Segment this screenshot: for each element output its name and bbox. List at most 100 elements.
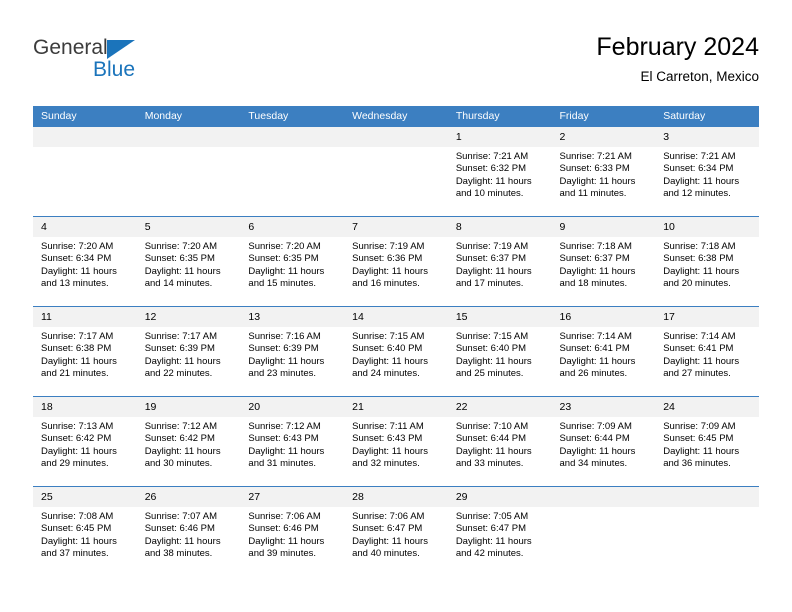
calendar-cell-day-18[interactable]: 18 Sunrise: 7:13 AM Sunset: 6:42 PM Dayligh… bbox=[33, 396, 137, 487]
calendar-cell-day-8[interactable]: 8 Sunrise: 7:19 AM Sunset: 6:37 PM Daylight… bbox=[447, 216, 552, 307]
day-number: 19 bbox=[136, 397, 241, 417]
daylight-text: Daylight: 11 hours and 37 minutes. bbox=[41, 535, 117, 560]
calendar-week-row: 25 Sunrise: 7:08 AM Sunset: 6:45 PM Dayligh… bbox=[33, 486, 759, 576]
calendar-cell-day-27[interactable]: 27 Sunrise: 7:06 AM Sunset: 6:46 PM Dayligh… bbox=[240, 486, 345, 576]
sunrise-text: Sunrise: 7:17 AM bbox=[41, 331, 114, 342]
calendar-cell-day-20[interactable]: 20 Sunrise: 7:12 AM Sunset: 6:43 PM Dayligh… bbox=[240, 396, 345, 487]
day-details: Sunrise: 7:10 AM Sunset: 6:44 PM Daylight:… bbox=[448, 417, 552, 471]
sunrise-text: Sunrise: 7:21 AM bbox=[663, 151, 736, 162]
calendar-cell-day-13[interactable]: 13 Sunrise: 7:16 AM Sunset: 6:39 PM Dayligh… bbox=[240, 306, 345, 397]
calendar-cell-day-14[interactable]: 14 Sunrise: 7:15 AM Sunset: 6:40 PM Dayligh… bbox=[344, 306, 448, 397]
daylight-text: Daylight: 11 hours and 38 minutes. bbox=[144, 535, 221, 560]
day-details: Sunrise: 7:20 AM Sunset: 6:35 PM Daylight:… bbox=[137, 237, 241, 291]
calendar-cell-inner: 12 Sunrise: 7:17 AM Sunset: 6:39 PM Dayligh… bbox=[136, 307, 241, 396]
sunrise-text: Sunrise: 7:14 AM bbox=[663, 331, 736, 342]
daylight-text: Daylight: 11 hours and 26 minutes. bbox=[559, 355, 636, 380]
calendar-page: General Blue February 2024 El Carreton, … bbox=[0, 0, 792, 612]
calendar-cell-inner: 3 Sunrise: 7:21 AM Sunset: 6:34 PM Daylight… bbox=[655, 127, 759, 216]
calendar-cell-inner: 14 Sunrise: 7:15 AM Sunset: 6:40 PM Dayligh… bbox=[344, 307, 448, 396]
daylight-text: Daylight: 11 hours and 23 minutes. bbox=[248, 355, 325, 380]
daylight-text: Daylight: 11 hours and 22 minutes. bbox=[144, 355, 221, 380]
day-details: Sunrise: 7:06 AM Sunset: 6:46 PM Daylight:… bbox=[240, 507, 344, 561]
calendar-table: Sunday Monday Tuesday Wednesday Thursday… bbox=[33, 106, 759, 576]
day-details: Sunrise: 7:19 AM Sunset: 6:36 PM Daylight:… bbox=[344, 237, 448, 291]
sunset-text: Sunset: 6:46 PM bbox=[248, 523, 319, 535]
calendar-cell-day-21[interactable]: 21 Sunrise: 7:11 AM Sunset: 6:43 PM Dayligh… bbox=[344, 396, 448, 487]
daylight-text: Daylight: 11 hours and 42 minutes. bbox=[455, 535, 532, 560]
calendar-cell-day-1[interactable]: 1 Sunrise: 7:21 AM Sunset: 6:32 PM Daylight… bbox=[447, 127, 552, 217]
calendar-cell-day-9[interactable]: 9 Sunrise: 7:18 AM Sunset: 6:37 PM Daylight… bbox=[551, 216, 656, 307]
calendar-cell-day-15[interactable]: 15 Sunrise: 7:15 AM Sunset: 6:40 PM Dayligh… bbox=[447, 306, 552, 397]
calendar-cell-day-29[interactable]: 29 Sunrise: 7:05 AM Sunset: 6:47 PM Dayligh… bbox=[447, 486, 552, 576]
calendar-cell-empty bbox=[551, 486, 656, 576]
day-number: 26 bbox=[136, 487, 241, 507]
calendar-cell-day-6[interactable]: 6 Sunrise: 7:20 AM Sunset: 6:35 PM Daylight… bbox=[240, 216, 345, 307]
day-number: 3 bbox=[655, 127, 759, 147]
sunset-text: Sunset: 6:40 PM bbox=[455, 343, 527, 355]
calendar-cell-day-12[interactable]: 12 Sunrise: 7:17 AM Sunset: 6:39 PM Dayligh… bbox=[136, 306, 241, 397]
day-number: 18 bbox=[33, 397, 137, 417]
weekday-header-monday: Monday bbox=[136, 106, 241, 127]
calendar-header-row: Sunday Monday Tuesday Wednesday Thursday… bbox=[33, 106, 759, 127]
calendar-cell-inner: 27 Sunrise: 7:06 AM Sunset: 6:46 PM Dayligh… bbox=[240, 487, 345, 576]
sunset-text: Sunset: 6:39 PM bbox=[144, 343, 215, 355]
calendar-cell-day-24[interactable]: 24 Sunrise: 7:09 AM Sunset: 6:45 PM Dayligh… bbox=[655, 396, 759, 487]
calendar-cell-day-28[interactable]: 28 Sunrise: 7:06 AM Sunset: 6:47 PM Dayligh… bbox=[344, 486, 448, 576]
sunset-text: Sunset: 6:44 PM bbox=[455, 433, 527, 445]
day-number: 2 bbox=[551, 127, 656, 147]
calendar-cell-inner: 1 Sunrise: 7:21 AM Sunset: 6:32 PM Daylight… bbox=[447, 127, 552, 216]
calendar-cell-day-2[interactable]: 2 Sunrise: 7:21 AM Sunset: 6:33 PM Daylight… bbox=[551, 127, 656, 217]
calendar-cell-day-25[interactable]: 25 Sunrise: 7:08 AM Sunset: 6:45 PM Dayligh… bbox=[33, 486, 137, 576]
calendar-cell-empty bbox=[344, 127, 448, 217]
daylight-text: Daylight: 11 hours and 25 minutes. bbox=[455, 355, 532, 380]
calendar-cell-inner: 13 Sunrise: 7:16 AM Sunset: 6:39 PM Dayligh… bbox=[240, 307, 345, 396]
daylight-text: Daylight: 11 hours and 20 minutes. bbox=[663, 265, 740, 290]
sunset-text: Sunset: 6:36 PM bbox=[352, 253, 423, 265]
weekday-header-wednesday: Wednesday bbox=[344, 106, 448, 127]
calendar-cell-inner: 6 Sunrise: 7:20 AM Sunset: 6:35 PM Daylight… bbox=[240, 217, 345, 306]
calendar-cell-inner: 19 Sunrise: 7:12 AM Sunset: 6:42 PM Dayligh… bbox=[136, 397, 241, 486]
weekday-header-row: Sunday Monday Tuesday Wednesday Thursday… bbox=[33, 106, 759, 127]
day-number: 28 bbox=[344, 487, 448, 507]
day-details: Sunrise: 7:18 AM Sunset: 6:37 PM Daylight:… bbox=[552, 237, 656, 291]
calendar-body: 1 Sunrise: 7:21 AM Sunset: 6:32 PM Daylight… bbox=[33, 127, 759, 576]
daylight-text: Daylight: 11 hours and 36 minutes. bbox=[663, 445, 740, 470]
calendar-cell-day-19[interactable]: 19 Sunrise: 7:12 AM Sunset: 6:42 PM Dayligh… bbox=[136, 396, 241, 487]
calendar-cell-day-17[interactable]: 17 Sunrise: 7:14 AM Sunset: 6:41 PM Dayligh… bbox=[655, 306, 759, 397]
calendar-cell-day-4[interactable]: 4 Sunrise: 7:20 AM Sunset: 6:34 PM Daylight… bbox=[33, 216, 137, 307]
day-details: Sunrise: 7:13 AM Sunset: 6:42 PM Daylight:… bbox=[33, 417, 137, 471]
brand-logo[interactable]: General Blue bbox=[33, 36, 233, 88]
sunset-text: Sunset: 6:34 PM bbox=[41, 253, 112, 265]
calendar-cell-day-26[interactable]: 26 Sunrise: 7:07 AM Sunset: 6:46 PM Dayligh… bbox=[136, 486, 241, 576]
daylight-text: Daylight: 11 hours and 40 minutes. bbox=[352, 535, 428, 560]
day-details: Sunrise: 7:06 AM Sunset: 6:47 PM Daylight:… bbox=[344, 507, 448, 561]
calendar-cell-inner: 16 Sunrise: 7:14 AM Sunset: 6:41 PM Dayligh… bbox=[551, 307, 656, 396]
calendar-cell-day-11[interactable]: 11 Sunrise: 7:17 AM Sunset: 6:38 PM Dayligh… bbox=[33, 306, 137, 397]
calendar-cell-day-23[interactable]: 23 Sunrise: 7:09 AM Sunset: 6:44 PM Dayligh… bbox=[551, 396, 656, 487]
day-details: Sunrise: 7:05 AM Sunset: 6:47 PM Daylight:… bbox=[448, 507, 552, 561]
daylight-text: Daylight: 11 hours and 13 minutes. bbox=[41, 265, 117, 290]
calendar-week-row: 1 Sunrise: 7:21 AM Sunset: 6:32 PM Daylight… bbox=[33, 127, 759, 217]
sunrise-text: Sunrise: 7:06 AM bbox=[352, 511, 425, 522]
calendar-cell-day-3[interactable]: 3 Sunrise: 7:21 AM Sunset: 6:34 PM Daylight… bbox=[655, 127, 759, 217]
day-details: Sunrise: 7:19 AM Sunset: 6:37 PM Daylight:… bbox=[448, 237, 552, 291]
sunrise-text: Sunrise: 7:06 AM bbox=[248, 511, 321, 522]
day-number: 23 bbox=[551, 397, 656, 417]
calendar-cell-inner: 10 Sunrise: 7:18 AM Sunset: 6:38 PM Dayligh… bbox=[655, 217, 759, 306]
day-number: 8 bbox=[447, 217, 552, 237]
daylight-text: Daylight: 11 hours and 34 minutes. bbox=[559, 445, 636, 470]
calendar-cell-day-5[interactable]: 5 Sunrise: 7:20 AM Sunset: 6:35 PM Daylight… bbox=[136, 216, 241, 307]
sunset-text: Sunset: 6:47 PM bbox=[352, 523, 423, 535]
calendar-cell-day-10[interactable]: 10 Sunrise: 7:18 AM Sunset: 6:38 PM Dayligh… bbox=[655, 216, 759, 307]
calendar-cell-day-22[interactable]: 22 Sunrise: 7:10 AM Sunset: 6:44 PM Dayligh… bbox=[447, 396, 552, 487]
day-details: Sunrise: 7:12 AM Sunset: 6:42 PM Daylight:… bbox=[137, 417, 241, 471]
daylight-text: Daylight: 11 hours and 11 minutes. bbox=[559, 175, 636, 200]
calendar-cell-day-16[interactable]: 16 Sunrise: 7:14 AM Sunset: 6:41 PM Dayligh… bbox=[551, 306, 656, 397]
sunset-text: Sunset: 6:33 PM bbox=[559, 163, 630, 175]
calendar-cell-inner: 20 Sunrise: 7:12 AM Sunset: 6:43 PM Dayligh… bbox=[240, 397, 345, 486]
calendar-cell-inner bbox=[136, 127, 241, 216]
calendar-cell-empty bbox=[240, 127, 345, 217]
calendar-cell-day-7[interactable]: 7 Sunrise: 7:19 AM Sunset: 6:36 PM Daylight… bbox=[344, 216, 448, 307]
day-number bbox=[240, 127, 345, 147]
sunrise-text: Sunrise: 7:16 AM bbox=[248, 331, 321, 342]
